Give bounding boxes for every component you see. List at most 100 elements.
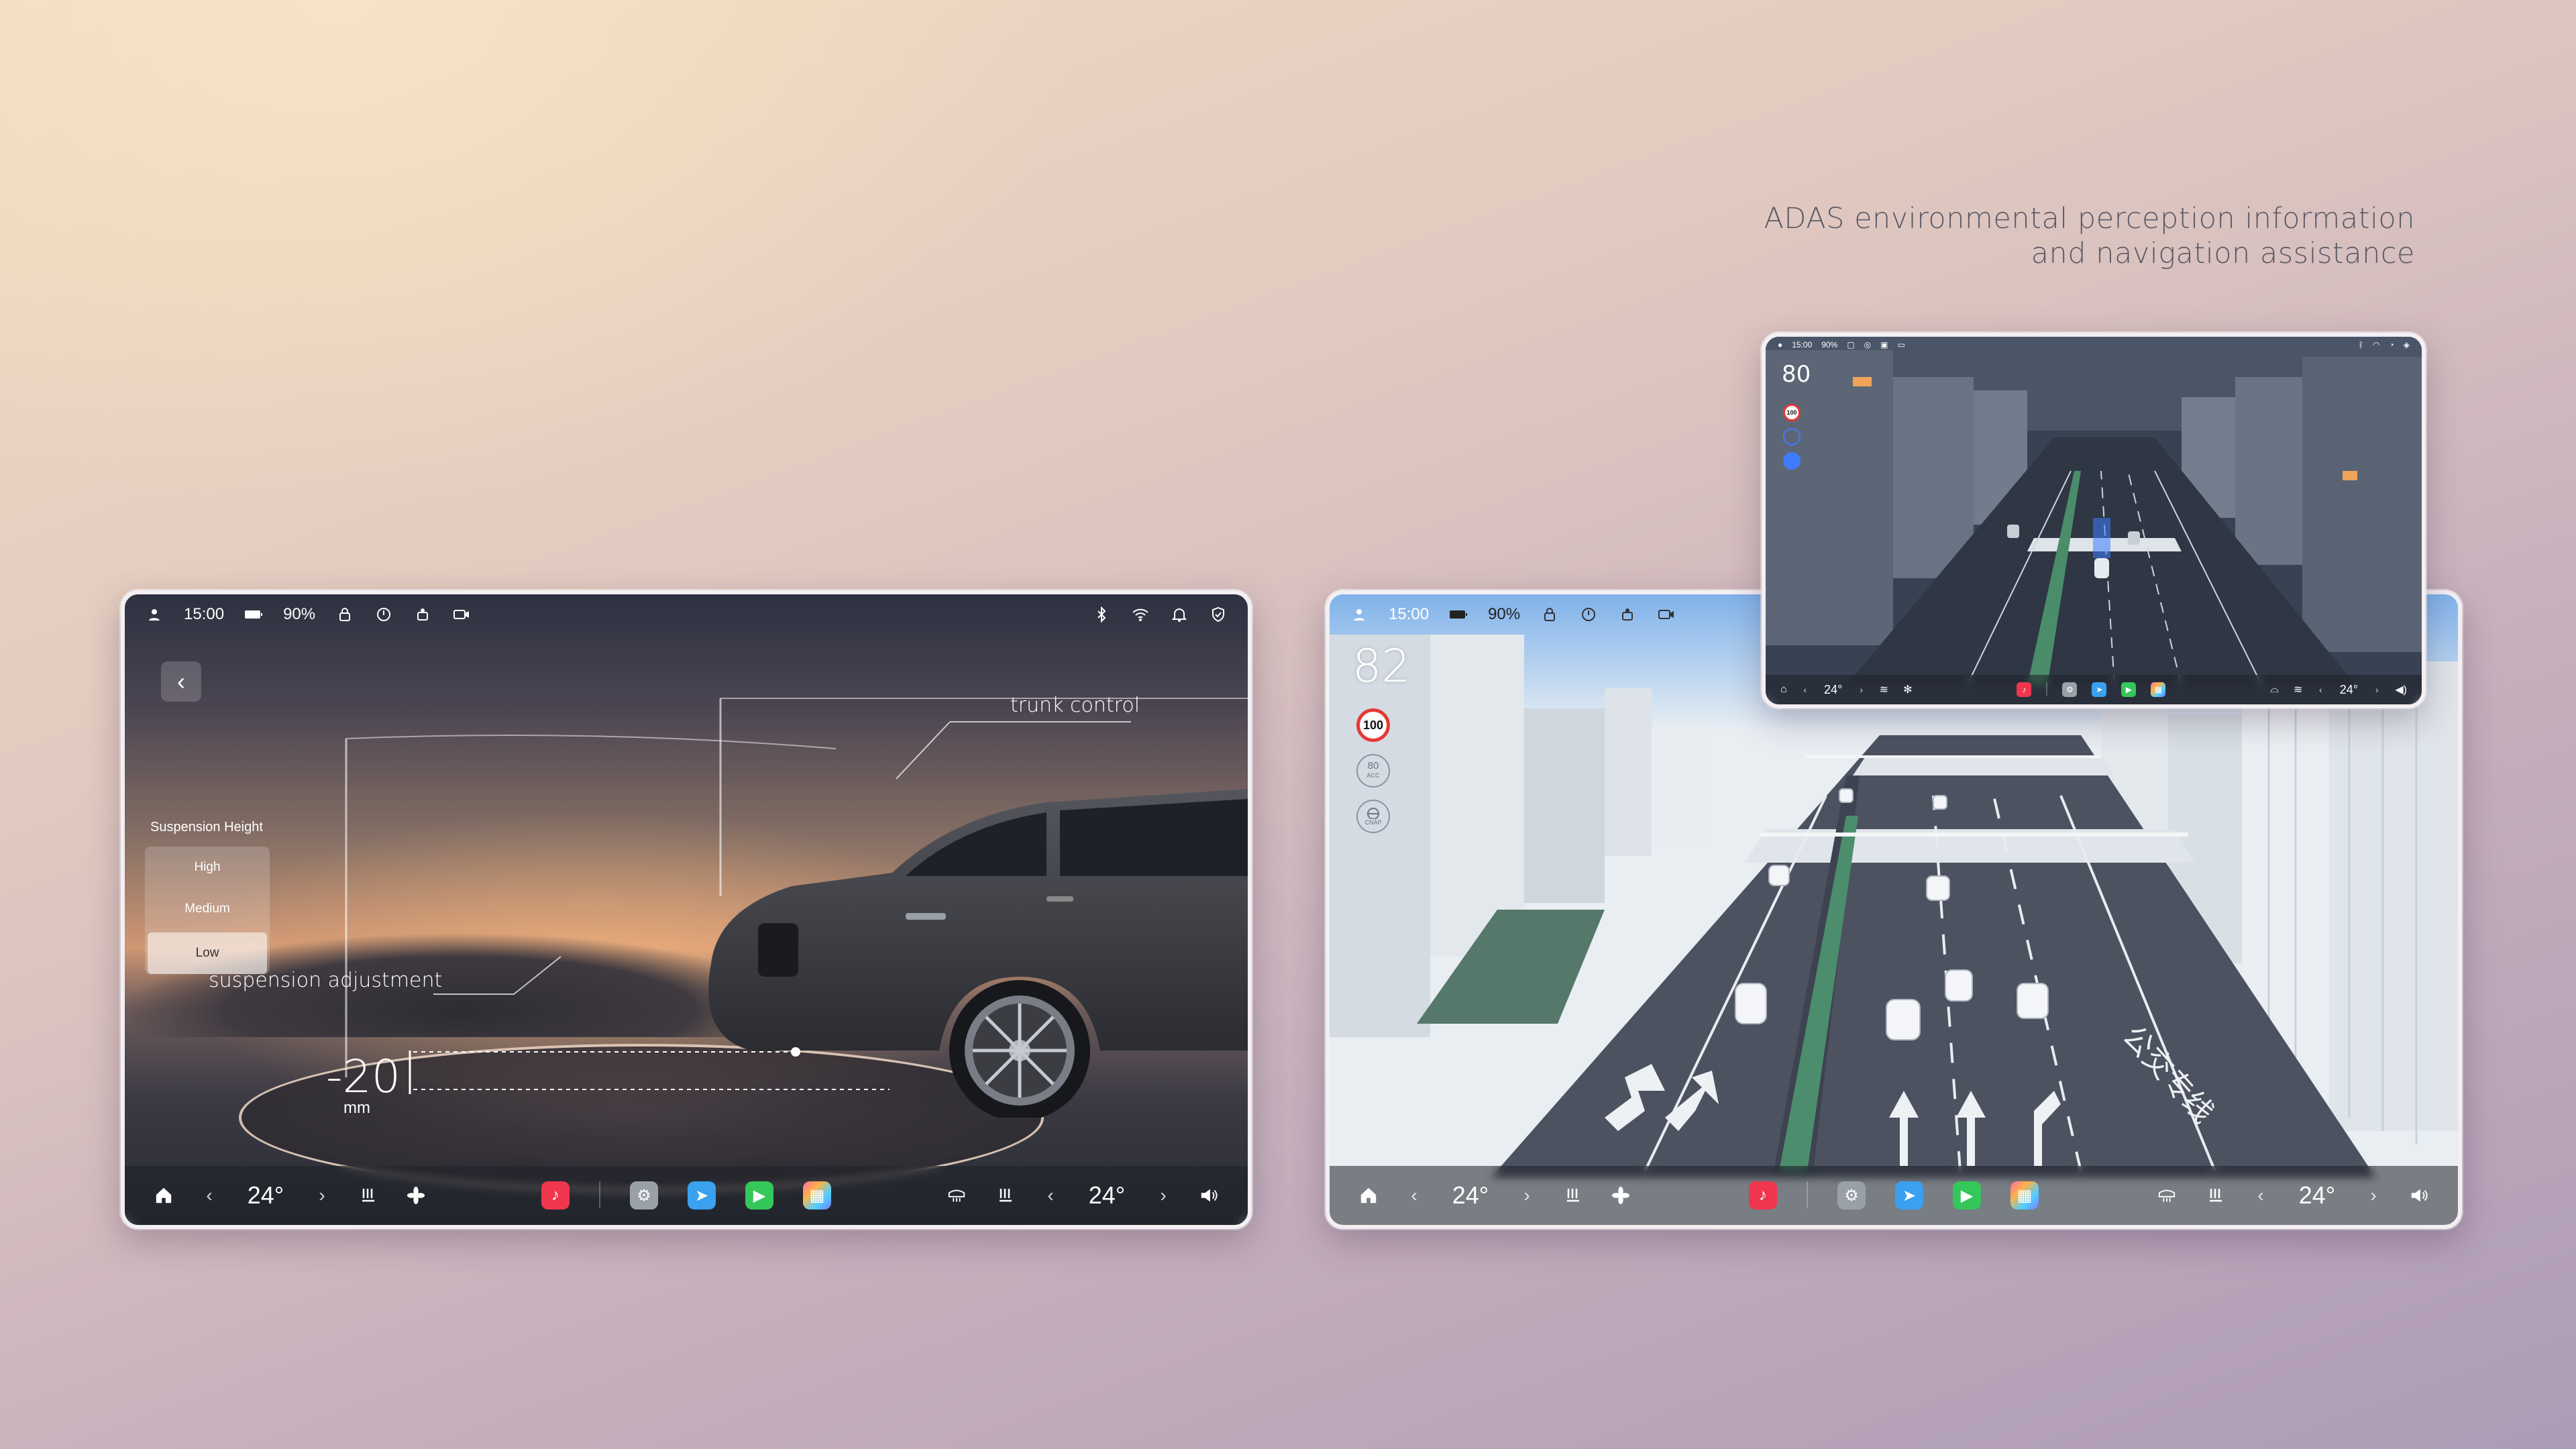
acc-label: ACC bbox=[1366, 772, 1380, 779]
acc-indicator-icon[interactable]: 80 ACC bbox=[1356, 754, 1390, 788]
music-app-icon[interactable]: ♪ bbox=[2017, 682, 2032, 697]
video-call-app-icon[interactable]: ▶ bbox=[745, 1181, 773, 1210]
video-call-app-icon[interactable]: ▶ bbox=[1953, 1181, 1981, 1210]
volume-icon[interactable] bbox=[1199, 1186, 1218, 1205]
seat-heat-right-icon[interactable] bbox=[996, 1186, 1014, 1205]
tire-pressure-icon[interactable] bbox=[374, 605, 393, 624]
temp-down-left-button[interactable]: ‹ bbox=[203, 1185, 216, 1206]
temp-down-right-button[interactable]: ‹ bbox=[2254, 1185, 2267, 1206]
wifi-icon[interactable] bbox=[1131, 605, 1150, 624]
speed-limit-sign: 100 bbox=[1356, 708, 1390, 742]
maps-app-icon[interactable]: ➤ bbox=[688, 1181, 716, 1210]
battery-level: 90% bbox=[283, 605, 316, 623]
security-shield-icon[interactable]: ◈ bbox=[2404, 340, 2410, 350]
right-temperature: 24° bbox=[2339, 682, 2358, 696]
fan-icon[interactable] bbox=[1611, 1186, 1630, 1205]
battery-level: 90% bbox=[1488, 605, 1521, 623]
defrost-icon[interactable] bbox=[947, 1186, 966, 1205]
temp-up-right-button[interactable]: › bbox=[1157, 1185, 1170, 1206]
seat-heat-left-icon[interactable] bbox=[1563, 1186, 1582, 1205]
lock-icon[interactable]: ▢ bbox=[1847, 340, 1854, 350]
profile-icon[interactable] bbox=[145, 605, 164, 624]
dock-divider bbox=[599, 1181, 600, 1208]
defrost-icon[interactable] bbox=[2157, 1186, 2176, 1205]
defrost-icon[interactable]: ⌓ bbox=[2270, 684, 2279, 696]
temp-up-left-button[interactable]: › bbox=[1858, 684, 1865, 695]
settings-app-icon[interactable]: ⚙ bbox=[630, 1181, 658, 1210]
lock-icon[interactable] bbox=[335, 605, 354, 624]
temp-up-left-button[interactable]: › bbox=[315, 1185, 329, 1206]
tire-pressure-icon[interactable] bbox=[1579, 605, 1598, 624]
app-grid-icon[interactable]: ▦ bbox=[2010, 1181, 2039, 1210]
seat-heat-left-icon[interactable] bbox=[358, 1186, 377, 1205]
lock-icon[interactable] bbox=[1540, 605, 1559, 624]
volume-icon[interactable]: ◀) bbox=[2395, 683, 2407, 696]
night-status-bar: ● 15:00 90% ▢ ◎ ▣ ▭ ᛒ ◠ ◔ ◈ bbox=[1766, 337, 2422, 353]
suspension-option-high[interactable]: High bbox=[145, 847, 270, 888]
suspension-unit: mm bbox=[343, 1099, 370, 1117]
dashcam-icon[interactable] bbox=[452, 605, 471, 624]
settings-app-icon[interactable]: ⚙ bbox=[1837, 1181, 1866, 1210]
home-icon[interactable]: ⌂ bbox=[1780, 684, 1787, 696]
battery-level: 90% bbox=[1821, 340, 1838, 350]
notification-bell-icon[interactable]: ◔ bbox=[2390, 340, 2394, 350]
suspension-height-selector: High Medium Low bbox=[145, 847, 270, 974]
adas-night-screen: ● 15:00 90% ▢ ◎ ▣ ▭ ᛒ ◠ ◔ ◈ 80 100 ⌂ ‹ 2… bbox=[1762, 333, 2426, 708]
security-shield-icon[interactable] bbox=[1209, 605, 1228, 624]
speed-limit-sign-night: 100 bbox=[1783, 404, 1801, 421]
adas-night-scene bbox=[1766, 337, 2422, 704]
fan-icon[interactable] bbox=[407, 1186, 425, 1205]
acc-indicator-icon[interactable] bbox=[1783, 428, 1801, 445]
dashcam-icon[interactable]: ▭ bbox=[1897, 340, 1904, 350]
app-grid-icon[interactable]: ▦ bbox=[803, 1181, 831, 1210]
callout-lines bbox=[345, 698, 1248, 1094]
music-app-icon[interactable]: ♪ bbox=[541, 1181, 570, 1210]
home-icon[interactable] bbox=[154, 1186, 173, 1205]
music-app-icon[interactable]: ♪ bbox=[1749, 1181, 1777, 1210]
seatbelt-icon[interactable]: ▣ bbox=[1880, 340, 1888, 350]
battery-icon bbox=[1449, 605, 1468, 624]
steering-assist-icon[interactable] bbox=[1783, 452, 1801, 470]
dashcam-icon[interactable] bbox=[1657, 605, 1676, 624]
temp-down-right-button[interactable]: ‹ bbox=[2317, 684, 2324, 695]
volume-icon[interactable] bbox=[2410, 1186, 2428, 1205]
temp-up-right-button[interactable]: › bbox=[2367, 1185, 2380, 1206]
adas-status-bar: 15:00 90% bbox=[1330, 594, 2458, 635]
temp-down-left-button[interactable]: ‹ bbox=[1407, 1185, 1421, 1206]
home-icon[interactable] bbox=[1359, 1186, 1378, 1205]
seat-heat-right-icon[interactable] bbox=[2206, 1186, 2224, 1205]
maps-app-icon[interactable]: ➤ bbox=[2092, 682, 2107, 697]
video-call-app-icon[interactable]: ▶ bbox=[2121, 682, 2137, 697]
notification-bell-icon[interactable] bbox=[1170, 605, 1189, 624]
temp-down-left-button[interactable]: ‹ bbox=[1802, 684, 1809, 695]
seatbelt-icon[interactable] bbox=[1618, 605, 1637, 624]
profile-icon[interactable] bbox=[1350, 605, 1368, 624]
wifi-icon[interactable]: ◠ bbox=[2373, 340, 2379, 350]
seatbelt-icon[interactable] bbox=[413, 605, 432, 624]
seat-heat-left-icon[interactable]: ≋ bbox=[1880, 683, 1888, 696]
maps-app-icon[interactable]: ➤ bbox=[1895, 1181, 1923, 1210]
seat-heat-right-icon[interactable]: ≋ bbox=[2294, 683, 2302, 696]
profile-icon[interactable]: ● bbox=[1778, 340, 1782, 350]
settings-app-icon[interactable]: ⚙ bbox=[2062, 682, 2078, 697]
clock: 15:00 bbox=[184, 605, 225, 623]
right-temperature: 24° bbox=[2298, 1181, 2336, 1209]
steering-assist-icon[interactable]: CNAP bbox=[1356, 800, 1390, 833]
headline-line-1: ADAS environmental perception informatio… bbox=[1764, 202, 2415, 235]
dock-divider bbox=[2046, 682, 2048, 696]
tire-pressure-icon[interactable]: ◎ bbox=[1864, 340, 1871, 350]
temp-up-left-button[interactable]: › bbox=[1520, 1185, 1534, 1206]
trunk-control-label[interactable]: trunk control bbox=[1010, 694, 1140, 717]
fan-icon[interactable]: ✻ bbox=[1903, 683, 1912, 696]
bottom-dock: ‹ 24° › ♪ ⚙ ➤ ▶ ▦ ‹ 24° › bbox=[125, 1166, 1248, 1225]
bluetooth-icon[interactable]: ᛒ bbox=[2359, 340, 2363, 350]
suspension-option-medium[interactable]: Medium bbox=[145, 888, 270, 930]
status-bar: 15:00 90% bbox=[125, 594, 1248, 635]
temp-up-right-button[interactable]: › bbox=[2373, 684, 2380, 695]
left-temperature: 24° bbox=[1824, 682, 1843, 696]
app-grid-icon[interactable]: ▦ bbox=[2151, 682, 2166, 697]
suspension-option-low[interactable]: Low bbox=[148, 932, 267, 974]
night-bottom-dock: ⌂ ‹ 24° › ≋ ✻ ♪ ⚙ ➤ ▶ ▦ ⌓ ≋ ‹ 24° › ◀) bbox=[1766, 675, 2422, 704]
temp-down-right-button[interactable]: ‹ bbox=[1044, 1185, 1057, 1206]
bluetooth-icon[interactable] bbox=[1092, 605, 1111, 624]
